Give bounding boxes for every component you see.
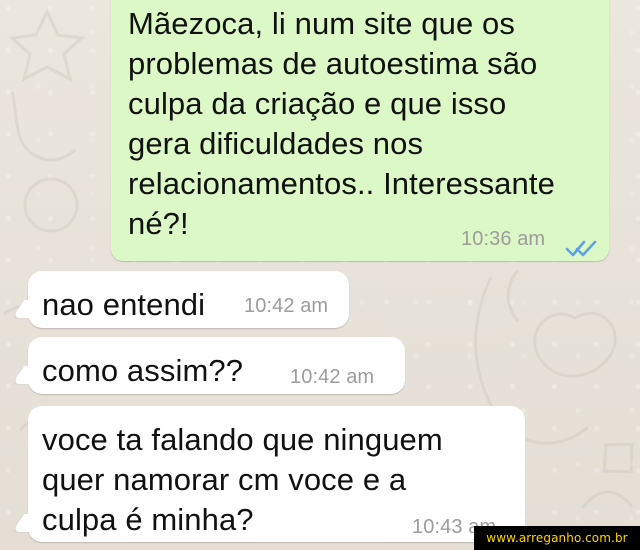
double-check-icon (565, 228, 599, 257)
incoming-message-time: 10:42 am (244, 295, 329, 317)
outgoing-message-time: 10:36 am (461, 228, 546, 250)
incoming-message-time: 10:42 am (290, 366, 375, 388)
watermark: www.arreganho.com.br (474, 526, 640, 550)
outgoing-message-text: Mãezoca, li num site que os problemas de… (128, 6, 555, 241)
incoming-message-bubble[interactable]: nao entendi 10:42 am (28, 271, 349, 328)
incoming-message-bubble[interactable]: como assim?? 10:42 am (28, 337, 405, 394)
incoming-message-bubble[interactable]: voce ta falando que ninguem quer namorar… (28, 406, 525, 542)
outgoing-message-bubble[interactable]: Mãezoca, li num site que os problemas de… (111, 0, 609, 261)
